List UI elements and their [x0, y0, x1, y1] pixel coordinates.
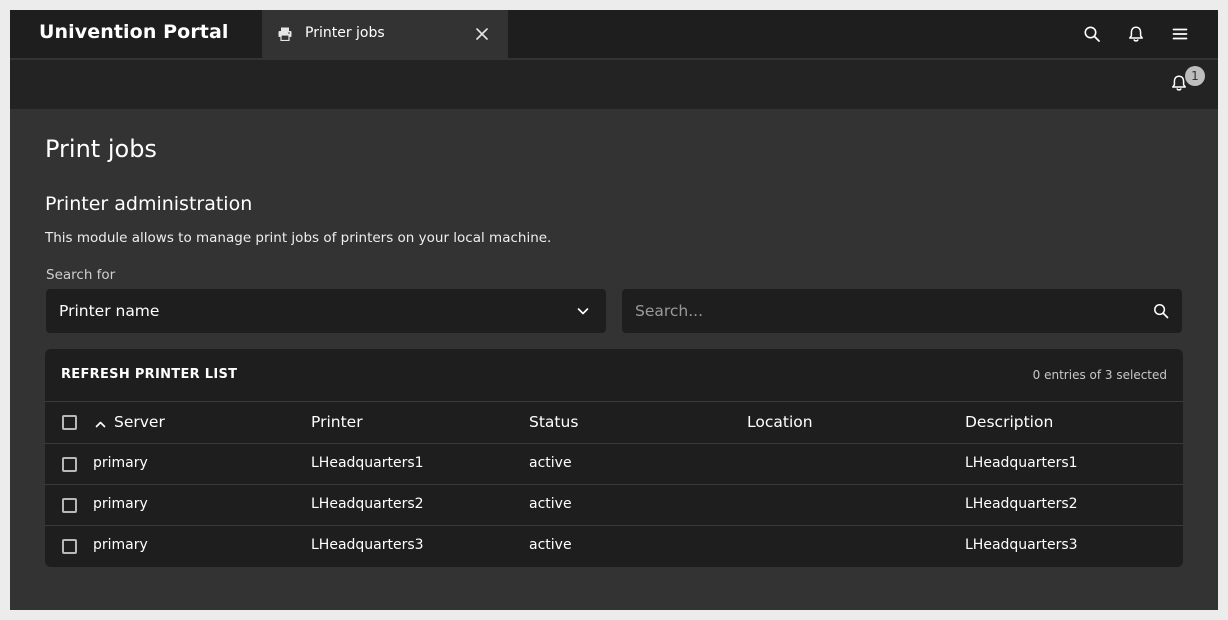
cell-description: LHeadquarters2: [965, 496, 1078, 512]
select-all-checkbox[interactable]: [62, 415, 77, 430]
menu-icon[interactable]: [1171, 25, 1189, 43]
search-for-select-value: Printer name: [59, 302, 160, 320]
cell-printer: LHeadquarters3: [311, 537, 424, 553]
row-checkbox[interactable]: [62, 498, 77, 513]
column-header-description[interactable]: Description: [965, 413, 1053, 431]
search-input[interactable]: [622, 289, 1142, 333]
search-submit-icon[interactable]: [1153, 303, 1169, 319]
section-description: This module allows to manage print jobs …: [45, 230, 552, 246]
row-checkbox[interactable]: [62, 457, 77, 472]
search-icon[interactable]: [1083, 25, 1101, 43]
table-row[interactable]: primary LHeadquarters2 active LHeadquart…: [45, 485, 1183, 525]
cell-description: LHeadquarters1: [965, 455, 1078, 471]
sort-ascending-icon[interactable]: [95, 419, 106, 430]
module-bar: 1: [10, 60, 1218, 109]
bell-icon[interactable]: [1127, 25, 1145, 43]
portal-window: Univention Portal Printer jobs 1 Print j…: [10, 10, 1218, 610]
column-header-status[interactable]: Status: [529, 413, 578, 431]
search-for-label: Search for: [46, 267, 116, 283]
notification-count-badge[interactable]: 1: [1185, 66, 1205, 86]
table-row[interactable]: primary LHeadquarters3 active LHeadquart…: [45, 526, 1183, 566]
cell-status: active: [529, 455, 572, 471]
cell-server: primary: [93, 537, 148, 553]
section-title: Printer administration: [45, 193, 253, 215]
close-icon[interactable]: [476, 28, 488, 40]
printer-icon: [278, 27, 292, 41]
search-box: [622, 289, 1182, 333]
table-row[interactable]: primary LHeadquarters1 active LHeadquart…: [45, 444, 1183, 484]
cell-server: primary: [93, 496, 148, 512]
cell-printer: LHeadquarters2: [311, 496, 424, 512]
column-header-location[interactable]: Location: [747, 413, 813, 431]
cell-status: active: [529, 537, 572, 553]
tab-print-jobs[interactable]: Printer jobs: [262, 10, 508, 58]
page-title: Print jobs: [45, 135, 157, 163]
cell-description: LHeadquarters3: [965, 537, 1078, 553]
refresh-printer-list-button[interactable]: REFRESH PRINTER LIST: [61, 367, 237, 382]
printer-grid: REFRESH PRINTER LIST 0 entries of 3 sele…: [45, 349, 1183, 567]
selection-status: 0 entries of 3 selected: [1032, 368, 1167, 382]
portal-brand[interactable]: Univention Portal: [39, 21, 229, 43]
divider: [45, 401, 1183, 402]
row-checkbox[interactable]: [62, 539, 77, 554]
search-for-select[interactable]: Printer name: [46, 289, 606, 333]
column-header-server[interactable]: Server: [114, 413, 165, 431]
cell-server: primary: [93, 455, 148, 471]
chevron-down-icon: [577, 308, 589, 315]
tab-label: Printer jobs: [305, 25, 385, 41]
cell-printer: LHeadquarters1: [311, 455, 424, 471]
cell-status: active: [529, 496, 572, 512]
column-header-printer[interactable]: Printer: [311, 413, 363, 431]
top-bar: Univention Portal Printer jobs: [10, 10, 1218, 58]
